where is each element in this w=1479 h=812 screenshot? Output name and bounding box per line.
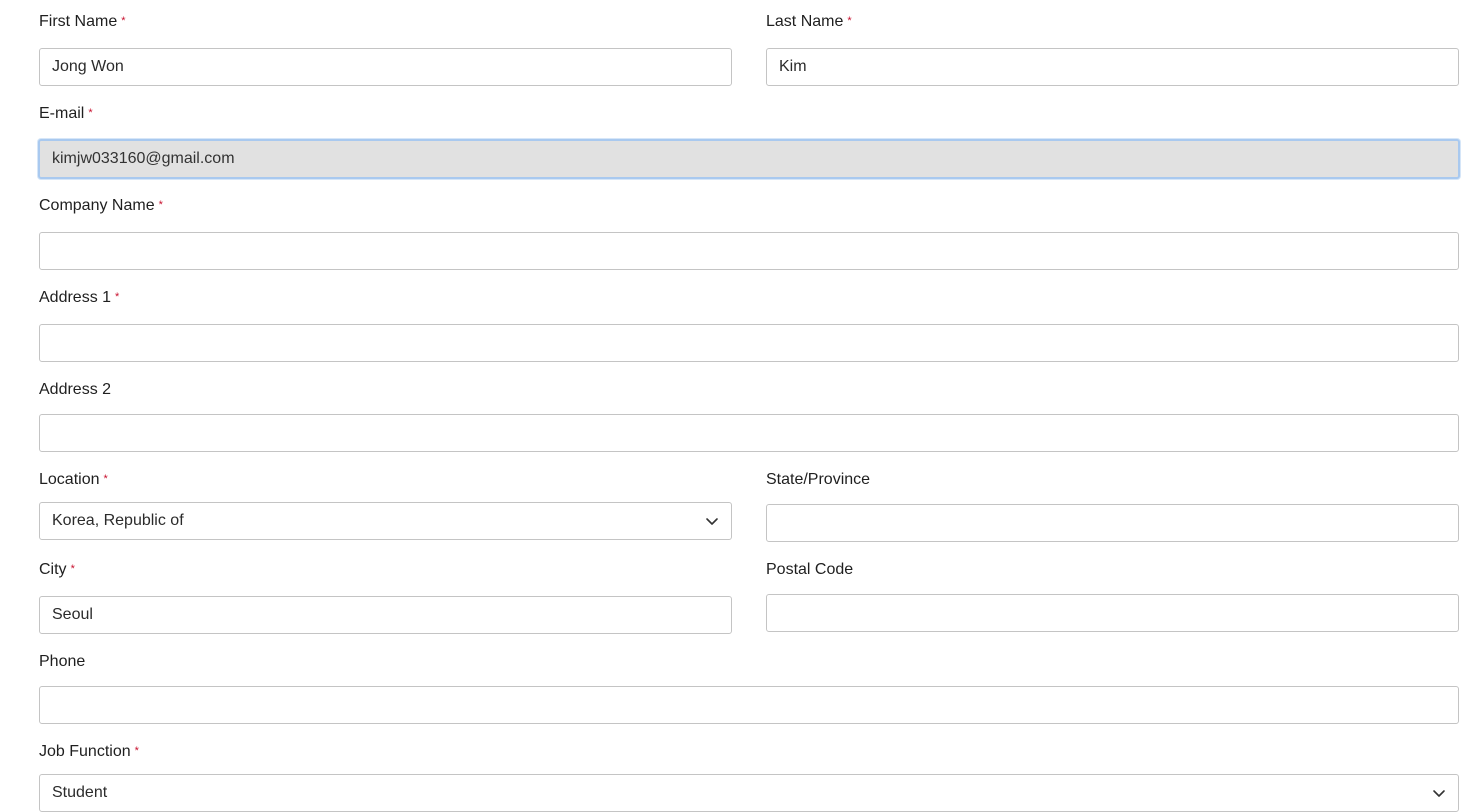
- city-input[interactable]: [39, 596, 732, 634]
- job-function-label-text: Job Function: [39, 743, 131, 760]
- last-name-label-text: Last Name: [766, 13, 844, 30]
- location-label: Location *: [39, 470, 108, 491]
- location-select[interactable]: Korea, Republic of: [39, 502, 732, 540]
- phone-label-text: Phone: [39, 653, 86, 670]
- postal-code-label-text: Postal Code: [766, 561, 854, 578]
- required-marker: *: [847, 15, 852, 27]
- phone-input[interactable]: [39, 686, 1459, 724]
- job-function-select-value: Student: [52, 784, 108, 801]
- city-label: City *: [39, 560, 75, 581]
- address2-label: Address 2: [39, 380, 111, 400]
- required-marker: *: [121, 15, 126, 27]
- required-marker: *: [103, 473, 108, 485]
- company-name-label: Company Name *: [39, 196, 163, 217]
- location-select-value: Korea, Republic of: [52, 512, 184, 529]
- email-label-text: E-mail: [39, 105, 85, 122]
- required-marker: *: [70, 563, 75, 575]
- first-name-label: First Name *: [39, 12, 126, 33]
- required-marker: *: [88, 107, 93, 119]
- email-label: E-mail *: [39, 104, 93, 125]
- first-name-input[interactable]: [39, 48, 732, 86]
- state-province-label: State/Province: [766, 470, 870, 490]
- state-province-input[interactable]: [766, 504, 1459, 542]
- chevron-down-icon: [1433, 790, 1445, 797]
- job-function-select[interactable]: Student: [39, 774, 1459, 812]
- state-province-label-text: State/Province: [766, 471, 871, 488]
- last-name-input[interactable]: [766, 48, 1459, 86]
- company-name-label-text: Company Name: [39, 197, 155, 214]
- job-function-label: Job Function *: [39, 742, 139, 763]
- company-name-input[interactable]: [39, 232, 1459, 270]
- postal-code-input[interactable]: [766, 594, 1459, 632]
- address2-input[interactable]: [39, 414, 1459, 452]
- first-name-label-text: First Name: [39, 13, 118, 30]
- address1-label: Address 1 *: [39, 288, 119, 309]
- city-label-text: City: [39, 561, 67, 578]
- location-label-text: Location: [39, 471, 100, 488]
- required-marker: *: [134, 745, 139, 757]
- address1-input[interactable]: [39, 324, 1459, 362]
- email-input[interactable]: [38, 139, 1460, 179]
- phone-label: Phone: [39, 652, 85, 672]
- postal-code-label: Postal Code: [766, 560, 853, 580]
- last-name-label: Last Name *: [766, 12, 852, 33]
- chevron-down-icon: [706, 518, 718, 525]
- required-marker: *: [115, 291, 120, 303]
- address2-label-text: Address 2: [39, 381, 112, 398]
- registration-form: First Name* Last Name* E-mail* Company N…: [0, 0, 1479, 812]
- address1-label-text: Address 1: [39, 289, 112, 306]
- required-marker: *: [158, 199, 163, 211]
